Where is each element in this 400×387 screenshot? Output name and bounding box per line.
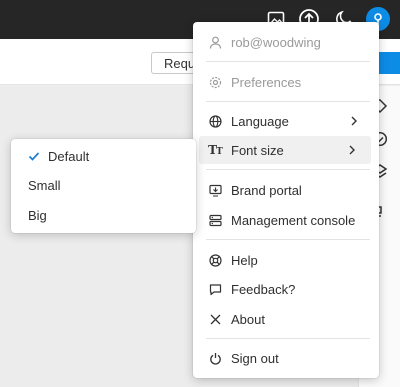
menu-item-label: Font size <box>231 142 284 158</box>
user-menu: rob@woodwing Preferences Language TT Fon… <box>193 22 379 378</box>
user-email: rob@woodwing <box>231 34 321 50</box>
user-account-item: rob@woodwing <box>193 28 379 56</box>
about-icon <box>208 312 222 326</box>
divider <box>206 169 370 170</box>
menu-item-feedback[interactable]: Feedback? <box>193 275 379 303</box>
brand-portal-icon <box>208 183 222 197</box>
font-size-option-label: Big <box>28 207 47 223</box>
menu-item-sign-out[interactable]: Sign out <box>193 344 379 372</box>
menu-item-language[interactable]: Language <box>193 107 379 135</box>
user-icon <box>208 35 222 49</box>
menu-item-label: Sign out <box>231 350 279 366</box>
menu-item-management-console[interactable]: Management console <box>193 206 379 234</box>
menu-item-label: Language <box>231 113 289 129</box>
console-icon <box>208 213 222 227</box>
menu-item-label: Help <box>231 252 258 268</box>
font-size-icon: TT <box>208 143 223 157</box>
font-size-submenu: Default Small Big <box>11 139 196 233</box>
menu-item-label: Management console <box>231 212 356 228</box>
menu-item-preferences[interactable]: Preferences <box>193 68 379 96</box>
menu-item-brand-portal[interactable]: Brand portal <box>193 176 379 204</box>
font-size-option-label: Small <box>28 177 61 193</box>
gear-icon <box>208 75 222 89</box>
menu-item-label: About <box>231 311 265 327</box>
font-size-option-label: Default <box>48 148 90 164</box>
font-size-option-default[interactable]: Default <box>11 144 196 168</box>
menu-item-about[interactable]: About <box>193 305 379 333</box>
menu-item-help[interactable]: Help <box>193 246 379 274</box>
divider <box>206 101 370 102</box>
divider <box>206 61 370 62</box>
divider <box>206 239 370 240</box>
menu-item-label: Brand portal <box>231 182 302 198</box>
power-icon <box>208 351 222 365</box>
menu-item-label: Feedback? <box>231 281 296 297</box>
divider <box>206 338 370 339</box>
check-icon <box>28 152 40 161</box>
globe-icon <box>208 114 222 128</box>
chat-bubble-icon <box>208 282 222 296</box>
menu-item-label: Preferences <box>231 74 302 90</box>
menu-item-font-size[interactable]: TT Font size <box>199 136 371 164</box>
font-size-option-big[interactable]: Big <box>11 203 196 227</box>
chevron-right-icon <box>349 145 355 155</box>
chevron-right-icon <box>351 116 357 126</box>
font-size-option-small[interactable]: Small <box>11 173 196 197</box>
lifebuoy-icon <box>208 253 222 267</box>
